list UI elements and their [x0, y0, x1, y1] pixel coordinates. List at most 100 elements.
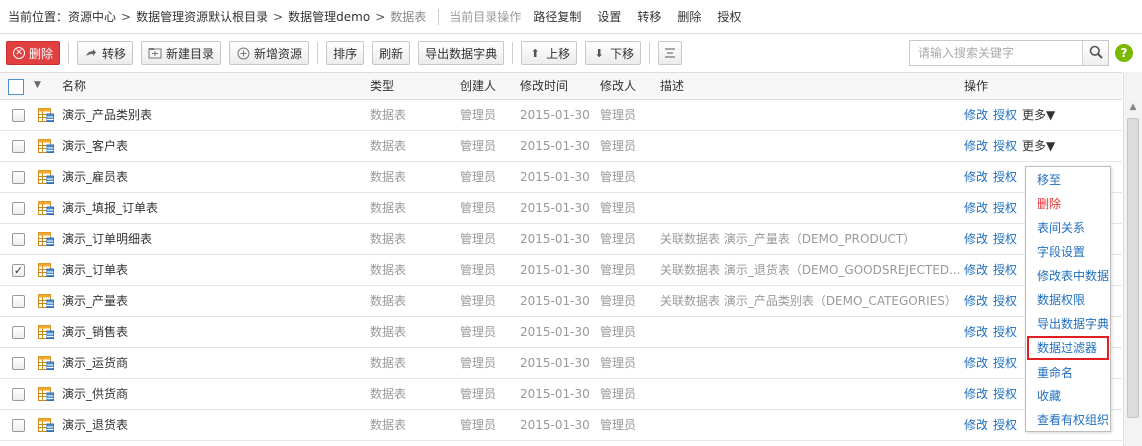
row-checkbox[interactable]	[12, 326, 25, 339]
authorize-link[interactable]: 授权	[993, 162, 1017, 192]
column-header-name[interactable]: 名称	[62, 73, 86, 100]
table-row[interactable]: 演示_运货商 数据表 管理员 2015-01-30 管理员 修改 授权	[0, 348, 1122, 379]
table-row[interactable]: ✓ 演示_订单表 数据表 管理员 2015-01-30 管理员 关联数据表 演示_退货表（D…	[0, 255, 1122, 286]
menu-item-data-filter[interactable]: 数据过滤器	[1027, 336, 1109, 360]
new-folder-button[interactable]: 新建目录	[141, 41, 222, 65]
more-dropdown[interactable]: 更多▼	[1022, 131, 1055, 161]
table-row[interactable]: 演示_填报_订单表 数据表 管理员 2015-01-30 管理员 修改 授权	[0, 193, 1122, 224]
table-row[interactable]: 演示_客户表 数据表 管理员 2015-01-30 管理员 修改 授权 更多▼	[0, 131, 1122, 162]
authorize-link[interactable]: 授权	[993, 224, 1017, 254]
row-checkbox[interactable]	[12, 171, 25, 184]
table-name[interactable]: 演示_雇员表	[62, 162, 128, 192]
copy-path-link[interactable]: 路径复制	[533, 8, 581, 25]
menu-item-data-permissions[interactable]: 数据权限	[1027, 288, 1109, 312]
row-checkbox[interactable]	[12, 295, 25, 308]
column-header-description[interactable]: 描述	[660, 73, 684, 100]
authorize-link[interactable]: 授权	[993, 348, 1017, 378]
authorize-link[interactable]: 授权	[993, 317, 1017, 347]
table-name[interactable]: 演示_运货商	[62, 348, 128, 378]
modify-link[interactable]: 修改	[964, 255, 988, 285]
scrollbar-thumb[interactable]	[1127, 118, 1139, 418]
authorize-link[interactable]: 授权	[993, 379, 1017, 409]
export-dictionary-button[interactable]: 导出数据字典	[418, 41, 505, 65]
table-name[interactable]: 演示_产量表	[62, 286, 128, 316]
table-name[interactable]: 演示_订单表	[62, 255, 128, 285]
authorize-link[interactable]: 授权	[993, 193, 1017, 223]
authorize-link[interactable]: 授权	[717, 8, 741, 25]
row-checkbox[interactable]	[12, 419, 25, 432]
menu-item-export-dictionary[interactable]: 导出数据字典	[1027, 312, 1109, 336]
column-header-type[interactable]: 类型	[370, 73, 394, 100]
search-button[interactable]	[1082, 41, 1108, 65]
modify-link[interactable]: 修改	[964, 379, 988, 409]
row-checkbox[interactable]: ✓	[12, 264, 25, 277]
modify-link[interactable]: 修改	[964, 193, 988, 223]
table-name[interactable]: 演示_退货表	[62, 410, 128, 440]
vertical-scrollbar[interactable]: ▲	[1123, 72, 1142, 446]
breadcrumb-item-root[interactable]: 数据管理资源默认根目录	[136, 8, 268, 25]
table-row[interactable]: 演示_雇员表 数据表 管理员 2015-01-30 管理员 修改 授权	[0, 162, 1122, 193]
column-settings-button[interactable]	[658, 41, 683, 65]
table-row[interactable]: 演示_产量表 数据表 管理员 2015-01-30 管理员 关联数据表 演示_产品类别表（…	[0, 286, 1122, 317]
table-name[interactable]: 演示_订单明细表	[62, 224, 152, 254]
column-header-creator[interactable]: 创建人	[460, 73, 496, 100]
row-checkbox[interactable]	[12, 202, 25, 215]
move-down-button[interactable]: ⬇ 下移	[585, 41, 642, 65]
table-name[interactable]: 演示_销售表	[62, 317, 128, 347]
column-header-modified-time[interactable]: 修改时间	[520, 73, 568, 100]
modify-link[interactable]: 修改	[964, 410, 988, 440]
authorize-link[interactable]: 授权	[993, 286, 1017, 316]
table-row[interactable]: 演示_产品类别表 数据表 管理员 2015-01-30 管理员 修改 授权 更多▼	[0, 100, 1122, 131]
breadcrumb-item-demo[interactable]: 数据管理demo	[288, 8, 370, 25]
menu-item-rename[interactable]: 重命名	[1027, 361, 1109, 385]
refresh-button[interactable]: 刷新	[372, 41, 411, 65]
table-row[interactable]: 演示_退货表 数据表 管理员 2015-01-30 管理员 修改 授权	[0, 410, 1122, 441]
modify-link[interactable]: 修改	[964, 224, 988, 254]
chevron-down-icon[interactable]: ▼	[34, 80, 41, 90]
modify-link[interactable]: 修改	[964, 131, 988, 161]
modify-link[interactable]: 修改	[964, 317, 988, 347]
help-icon[interactable]: ?	[1115, 44, 1133, 62]
table-name[interactable]: 演示_产品类别表	[62, 100, 152, 130]
table-name[interactable]: 演示_客户表	[62, 131, 128, 161]
row-checkbox[interactable]	[12, 357, 25, 370]
menu-item-move-to[interactable]: 移至	[1027, 168, 1109, 192]
modify-link[interactable]: 修改	[964, 162, 988, 192]
menu-item-table-relations[interactable]: 表间关系	[1027, 216, 1109, 240]
authorize-link[interactable]: 授权	[993, 410, 1017, 440]
table-row[interactable]: 演示_订单明细表 数据表 管理员 2015-01-30 管理员 关联数据表 演示_产量表（…	[0, 224, 1122, 255]
table-row[interactable]: 演示_销售表 数据表 管理员 2015-01-30 管理员 修改 授权	[0, 317, 1122, 348]
row-checkbox[interactable]	[12, 109, 25, 122]
breadcrumb-item-resource-center[interactable]: 资源中心	[68, 8, 116, 25]
table-row[interactable]: 演示_供货商 数据表 管理员 2015-01-30 管理员 修改 授权	[0, 379, 1122, 410]
modify-link[interactable]: 修改	[964, 100, 988, 130]
menu-item-delete[interactable]: 删除	[1027, 192, 1109, 216]
row-checkbox[interactable]	[12, 233, 25, 246]
delete-directory-link[interactable]: 删除	[677, 8, 701, 25]
row-checkbox[interactable]	[12, 388, 25, 401]
scroll-up-arrow-icon[interactable]: ▲	[1127, 102, 1139, 112]
move-button[interactable]: 转移	[77, 41, 134, 65]
authorize-link[interactable]: 授权	[993, 131, 1017, 161]
delete-button[interactable]: ✕ 删除	[6, 41, 61, 65]
new-resource-button[interactable]: 新增资源	[229, 41, 310, 65]
menu-item-view-authorized-orgs[interactable]: 查看有权组织	[1027, 408, 1109, 432]
menu-item-edit-table-data[interactable]: 修改表中数据	[1027, 264, 1109, 288]
column-header-modifier[interactable]: 修改人	[600, 73, 636, 100]
menu-item-field-settings[interactable]: 字段设置	[1027, 240, 1109, 264]
row-checkbox[interactable]	[12, 140, 25, 153]
modify-link[interactable]: 修改	[964, 286, 988, 316]
menu-item-favorite[interactable]: 收藏	[1027, 384, 1109, 408]
modify-link[interactable]: 修改	[964, 348, 988, 378]
table-name[interactable]: 演示_供货商	[62, 379, 128, 409]
move-up-button[interactable]: ⬆ 上移	[521, 41, 578, 65]
sort-button[interactable]: 排序	[326, 41, 365, 65]
search-input[interactable]	[910, 41, 1082, 65]
select-all-checkbox[interactable]	[8, 79, 24, 95]
authorize-link[interactable]: 授权	[993, 100, 1017, 130]
settings-link[interactable]: 设置	[597, 8, 621, 25]
more-dropdown[interactable]: 更多▼	[1022, 100, 1055, 130]
authorize-link[interactable]: 授权	[993, 255, 1017, 285]
transfer-link[interactable]: 转移	[637, 8, 661, 25]
table-name[interactable]: 演示_填报_订单表	[62, 193, 158, 223]
